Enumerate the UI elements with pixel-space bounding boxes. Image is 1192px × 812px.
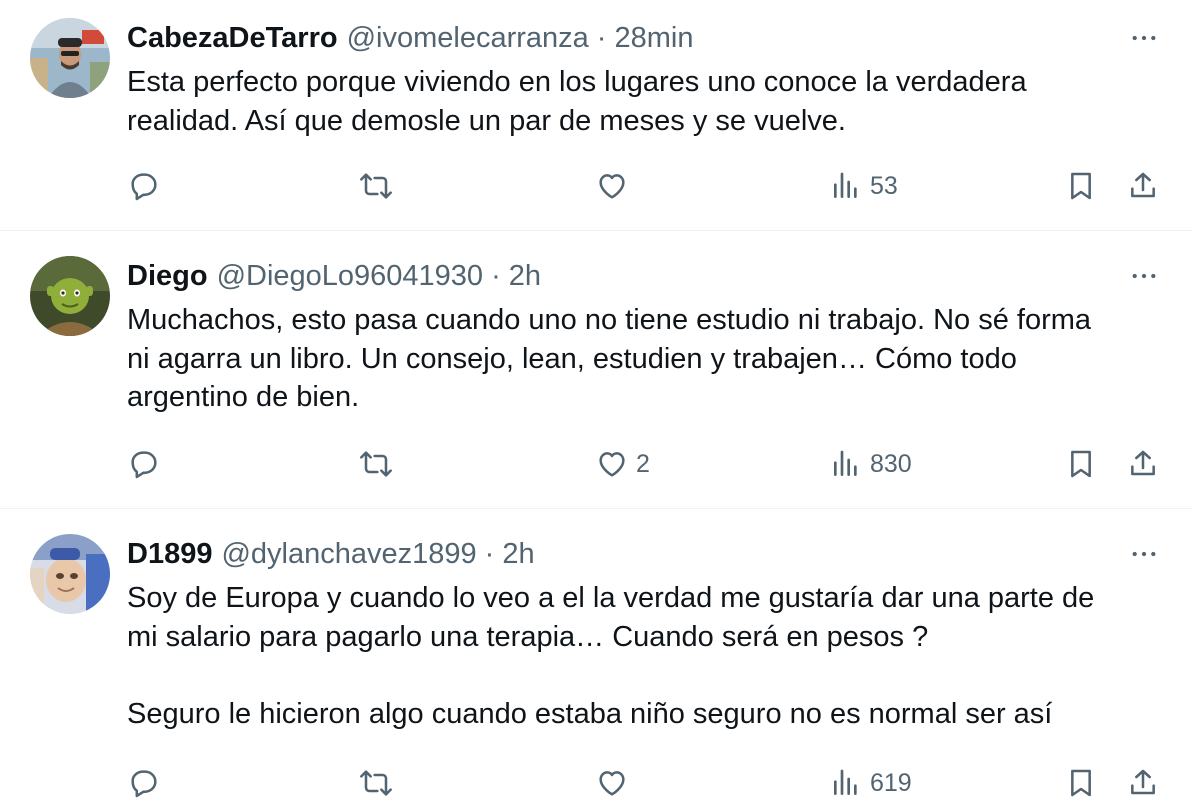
reply-icon — [128, 170, 160, 202]
bookmark-icon — [1065, 767, 1097, 799]
repost-button[interactable] — [360, 166, 400, 206]
separator: · — [491, 260, 501, 292]
timestamp[interactable]: 28min — [614, 18, 693, 58]
reply-button[interactable] — [128, 763, 168, 803]
repost-icon — [360, 448, 392, 480]
action-bar: 53 — [0, 166, 1192, 206]
tweet-text: Esta perfecto porque viviendo en los lug… — [127, 63, 1167, 140]
tweet-text: Muchachos, esto pasa cuando uno no tiene… — [127, 301, 1167, 417]
views-icon — [830, 170, 862, 202]
view-count: 53 — [870, 171, 898, 200]
share-button[interactable] — [1127, 444, 1159, 484]
like-button[interactable] — [596, 166, 636, 206]
view-count: 619 — [870, 768, 912, 797]
bookmark-icon — [1065, 448, 1097, 480]
user-handle[interactable]: @DiegoLo96041930 — [217, 256, 484, 296]
share-icon — [1127, 767, 1159, 799]
reply-icon — [128, 767, 160, 799]
bookmark-button[interactable] — [1065, 166, 1097, 206]
reply-button[interactable] — [128, 444, 168, 484]
display-name[interactable]: Diego — [127, 256, 208, 296]
repost-button[interactable] — [360, 763, 400, 803]
tweet-header: CabezaDeTarro @ivomelecarranza · 28min — [127, 18, 693, 58]
share-button[interactable] — [1127, 166, 1159, 206]
repost-button[interactable] — [360, 444, 400, 484]
reply-icon — [128, 448, 160, 480]
more-icon[interactable] — [1124, 534, 1164, 574]
view-count: 830 — [870, 449, 912, 478]
tweet-text-line: Soy de Europa y cuando lo veo a el la ve… — [127, 582, 1095, 614]
views-button[interactable]: 619 — [830, 763, 912, 803]
tweet[interactable]: CabezaDeTarro @ivomelecarranza · 28min E… — [0, 0, 1192, 230]
tweet-text: Soy de Europa y cuando lo veo a el la ve… — [127, 579, 1167, 733]
user-handle[interactable]: @dylanchavez1899 — [221, 534, 476, 574]
display-name[interactable]: CabezaDeTarro — [127, 18, 338, 58]
heart-icon — [596, 767, 628, 799]
action-bar: 619 — [0, 763, 1192, 803]
bookmark-icon — [1065, 170, 1097, 202]
views-icon — [830, 767, 862, 799]
tweet[interactable]: D1899 @dylanchavez1899 · 2h Soy de Europ… — [0, 509, 1192, 812]
tweet-text-line: argentino de bien. — [127, 381, 360, 413]
views-button[interactable]: 53 — [830, 166, 898, 206]
tweet-text-line: realidad. Así que demosle un par de mese… — [127, 104, 846, 137]
reply-feed: CabezaDeTarro @ivomelecarranza · 28min E… — [0, 0, 1192, 812]
like-button[interactable] — [596, 763, 636, 803]
bookmark-button[interactable] — [1065, 444, 1097, 484]
heart-icon — [596, 448, 628, 480]
tweet-text-line: mi salario para pagarlo una terapia… Cua… — [127, 620, 929, 653]
tweet-header: Diego @DiegoLo96041930 · 2h — [127, 256, 541, 296]
share-icon — [1127, 170, 1159, 202]
heart-icon — [596, 170, 628, 202]
views-button[interactable]: 830 — [830, 444, 912, 484]
display-name[interactable]: D1899 — [127, 534, 212, 574]
user-handle[interactable]: @ivomelecarranza — [347, 18, 589, 58]
tweet-header: D1899 @dylanchavez1899 · 2h — [127, 534, 535, 574]
bookmark-button[interactable] — [1065, 763, 1097, 803]
separator: · — [484, 538, 495, 570]
tweet-text-line: Muchachos, esto pasa cuando uno no tiene… — [127, 304, 1092, 336]
timestamp[interactable]: 2h — [502, 534, 534, 574]
tweet-text-line: Esta perfecto porque viviendo en los lug… — [127, 66, 1027, 98]
share-icon — [1127, 448, 1159, 480]
timestamp[interactable]: 2h — [509, 256, 541, 296]
action-bar: 2 830 — [0, 444, 1192, 484]
like-count: 2 — [636, 449, 650, 478]
more-icon[interactable] — [1124, 256, 1164, 296]
like-button[interactable]: 2 — [596, 444, 650, 484]
share-button[interactable] — [1127, 763, 1159, 803]
more-icon[interactable] — [1124, 18, 1164, 58]
repost-icon — [360, 170, 392, 202]
reply-button[interactable] — [128, 166, 168, 206]
separator: · — [596, 22, 607, 54]
repost-icon — [360, 767, 392, 799]
tweet-text-line: ni agarra un libro. Un consejo, lean, es… — [127, 342, 1017, 375]
avatar[interactable] — [30, 18, 110, 98]
avatar[interactable] — [30, 534, 110, 614]
views-icon — [830, 448, 862, 480]
avatar[interactable] — [30, 256, 110, 336]
tweet[interactable]: Diego @DiegoLo96041930 · 2h Muchachos, e… — [0, 231, 1192, 508]
tweet-text-line: Seguro le hicieron algo cuando estaba ni… — [127, 697, 1053, 730]
